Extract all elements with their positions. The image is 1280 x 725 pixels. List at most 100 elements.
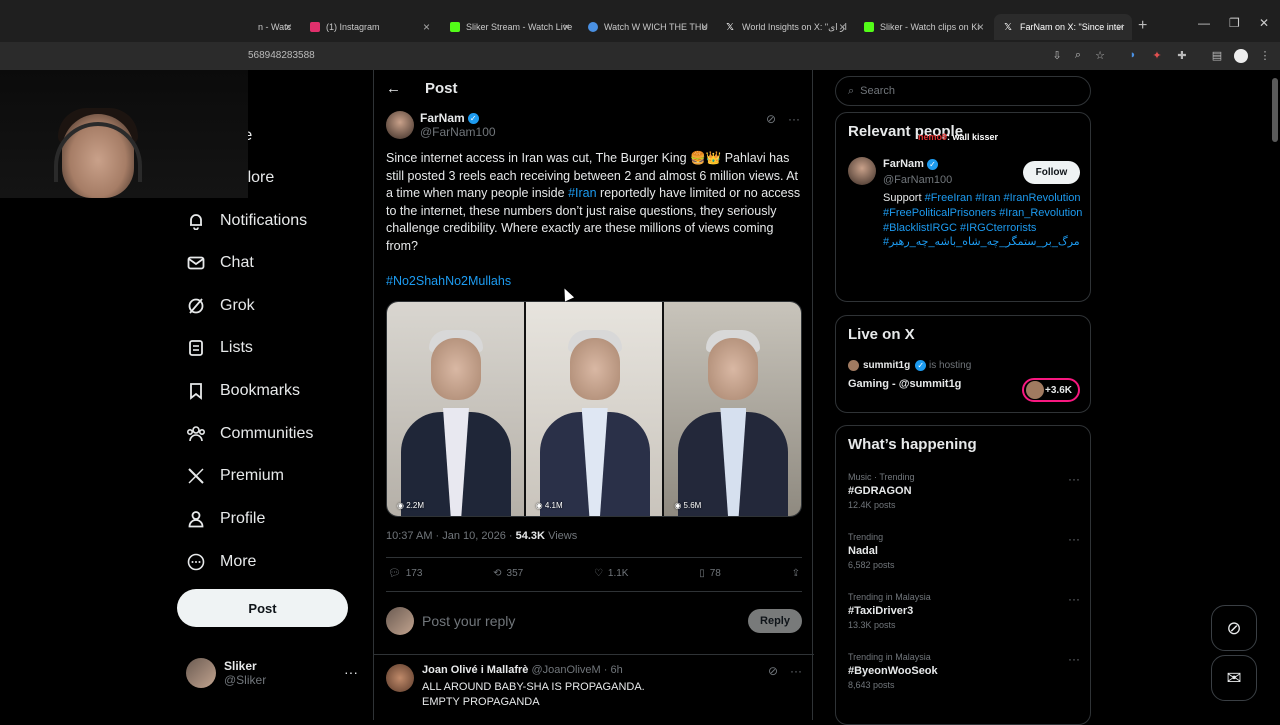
menu-dots-icon[interactable]: ⋮ bbox=[1258, 49, 1272, 63]
reply-text: ALL AROUND BABY-SHA IS PROPAGANDA. EMPTY … bbox=[422, 681, 645, 708]
avatar[interactable] bbox=[386, 664, 414, 692]
trend-item[interactable]: Trending Nadal 6,582 posts ··· bbox=[848, 532, 1080, 570]
url-text[interactable]: 568948283588 bbox=[248, 50, 315, 61]
like-action[interactable]: ♡ 1.1K bbox=[594, 568, 629, 579]
zoom-icon[interactable]: ⌕ bbox=[1071, 49, 1085, 63]
reply-action[interactable]: 💬︎ 173 bbox=[388, 568, 422, 579]
nav-bookmarks[interactable]: Bookmarks bbox=[186, 371, 300, 411]
nav-premium[interactable]: Premium bbox=[186, 456, 284, 496]
close-tab-icon[interactable]: × bbox=[701, 20, 708, 34]
profile-avatar-icon[interactable] bbox=[1234, 49, 1248, 63]
person-name[interactable]: FarNam ✓ bbox=[883, 158, 938, 170]
bookmark-action[interactable]: ▯ 78 bbox=[699, 568, 721, 579]
close-tab-icon[interactable]: × bbox=[977, 20, 984, 34]
live-listeners-pill[interactable]: +3.6K bbox=[1022, 378, 1080, 402]
live-on-x-card: Live on X summit1g ✓ is hosting Gaming - … bbox=[835, 315, 1091, 413]
close-tab-icon[interactable]: × bbox=[839, 20, 846, 34]
trend-item[interactable]: Trending in Malaysia #ByeonWooSeok 8,643 p… bbox=[848, 652, 1080, 690]
hashtag-link[interactable]: #Iran bbox=[568, 186, 597, 200]
grok-icon[interactable]: ⊘ bbox=[766, 112, 776, 126]
close-tab-icon[interactable]: × bbox=[563, 20, 570, 34]
minimize-icon[interactable]: — bbox=[1198, 16, 1210, 30]
follow-button[interactable]: Follow bbox=[1023, 161, 1080, 184]
webcam-overlay bbox=[0, 70, 248, 198]
close-tab-icon[interactable]: × bbox=[285, 20, 292, 34]
back-arrow-icon[interactable]: ← bbox=[386, 80, 401, 97]
reply-button[interactable]: Reply bbox=[748, 609, 802, 633]
media-video[interactable]: ◉ 5.6M bbox=[664, 302, 801, 516]
more-dots-icon[interactable]: ··· bbox=[788, 112, 800, 126]
bookmark-icon: ▯ bbox=[699, 568, 705, 579]
live-host[interactable]: summit1g ✓ is hosting bbox=[848, 360, 971, 371]
restore-icon[interactable]: ❐ bbox=[1229, 16, 1240, 30]
scrollbar[interactable] bbox=[1272, 78, 1278, 142]
card-title: What’s happening bbox=[848, 436, 977, 453]
nav-chat[interactable]: Chat bbox=[186, 243, 254, 283]
person-bio: Support #FreeIran #Iran #IranRevolution … bbox=[883, 192, 1083, 249]
repost-action[interactable]: ⟲ 357 bbox=[493, 568, 523, 579]
page-title: Post bbox=[425, 80, 458, 97]
close-tab-icon[interactable]: × bbox=[423, 20, 430, 34]
more-dots-icon[interactable]: ··· bbox=[1068, 652, 1080, 666]
more-dots-icon[interactable]: ··· bbox=[1068, 592, 1080, 606]
nav-lists[interactable]: Lists bbox=[186, 328, 253, 368]
heart-icon: ♡ bbox=[593, 568, 603, 579]
nav-communities[interactable]: Communities bbox=[186, 414, 313, 454]
media-video[interactable]: ◉ 4.1M bbox=[525, 302, 665, 516]
nav-more[interactable]: More bbox=[186, 542, 256, 582]
address-bar: 568948283588 ⇩ ⌕ ☆ ◗ ✦ ✚ ▤ ⋮ bbox=[0, 42, 1280, 70]
globe-icon bbox=[588, 22, 598, 32]
grok-icon[interactable]: ⊘ bbox=[768, 664, 778, 678]
x-logo-icon: 𝕏 bbox=[726, 22, 735, 33]
search-input[interactable]: ⌕ Search bbox=[835, 76, 1091, 106]
new-tab-icon[interactable]: + bbox=[1138, 17, 1147, 35]
live-show-title[interactable]: Gaming - @summit1g bbox=[848, 378, 961, 390]
person-handle[interactable]: @FarNam100 bbox=[883, 174, 952, 186]
browser-tab[interactable]: Watch W WICH THE THU × bbox=[578, 14, 716, 40]
media-video[interactable]: ◉ 2.2M bbox=[387, 302, 526, 516]
more-dots-icon[interactable]: ··· bbox=[1068, 472, 1080, 486]
author-name[interactable]: FarNam ✓ bbox=[420, 111, 496, 125]
puzzle-icon[interactable]: ✚ bbox=[1175, 49, 1189, 63]
more-dots-icon[interactable]: ··· bbox=[344, 664, 358, 680]
nav-notifications[interactable]: Notifications bbox=[186, 201, 307, 241]
hashtag-link[interactable]: #No2ShahNo2Mullahs bbox=[386, 274, 511, 288]
close-window-icon[interactable]: ✕ bbox=[1259, 16, 1269, 30]
extension-icon[interactable]: ✦ bbox=[1150, 49, 1164, 63]
post-timestamp: 10:37 AM · Jan 10, 2026 · 54.3K Views bbox=[386, 530, 578, 542]
trend-item[interactable]: Music · Trending #GDRAGON 12.4K posts ··· bbox=[848, 472, 1080, 510]
share-icon[interactable]: ⇪ bbox=[792, 568, 800, 579]
browser-tab[interactable]: Sliker Stream - Watch Live × bbox=[440, 14, 578, 40]
avatar[interactable] bbox=[386, 111, 414, 139]
avatar[interactable] bbox=[848, 157, 876, 185]
more-dots-icon[interactable]: ··· bbox=[790, 664, 802, 678]
nav-profile[interactable]: Profile bbox=[186, 499, 265, 539]
post-text: Since internet access in Iran was cut, T… bbox=[386, 151, 801, 253]
grok-fab-icon[interactable]: ⊘ bbox=[1211, 605, 1257, 651]
post-button[interactable]: Post bbox=[177, 589, 348, 627]
more-dots-icon[interactable]: ··· bbox=[1068, 532, 1080, 546]
extension-icon[interactable]: ◗ bbox=[1126, 49, 1140, 63]
post-header: ← Post bbox=[386, 80, 458, 97]
author-handle[interactable]: @FarNam100 bbox=[420, 125, 496, 139]
person-icon bbox=[186, 509, 206, 529]
nav-grok[interactable]: Grok bbox=[186, 286, 255, 326]
sidepanel-icon[interactable]: ▤ bbox=[1210, 49, 1224, 63]
star-icon[interactable]: ☆ bbox=[1093, 49, 1107, 63]
search-icon: ⌕ bbox=[848, 84, 855, 97]
reply-input[interactable]: Post your reply bbox=[422, 613, 748, 629]
install-icon[interactable]: ⇩ bbox=[1050, 49, 1064, 63]
browser-tab[interactable]: n - Watc × bbox=[248, 14, 300, 40]
trend-item[interactable]: Trending in Malaysia #TaxiDriver3 13.3K po… bbox=[848, 592, 1080, 630]
verified-badge-icon: ✓ bbox=[915, 360, 927, 371]
mail-icon bbox=[186, 253, 206, 273]
browser-tab[interactable]: Sliker - Watch clips on Ki × bbox=[854, 14, 992, 40]
post-media[interactable]: ◉ 2.2M ◉ 4.1M ◉ 5.6M bbox=[386, 301, 802, 517]
browser-tab[interactable]: (1) Instagram × bbox=[300, 14, 438, 40]
close-tab-icon[interactable]: × bbox=[1117, 20, 1124, 34]
messages-fab-icon[interactable]: ✉ bbox=[1211, 655, 1257, 701]
browser-tab-active[interactable]: 𝕏 FarNam on X: "Since inter × bbox=[994, 14, 1132, 40]
account-switcher[interactable]: Sliker @Sliker ··· bbox=[186, 658, 358, 688]
post-author[interactable]: FarNam ✓ @FarNam100 bbox=[386, 111, 496, 139]
browser-tab[interactable]: 𝕏 World Insights on X: "از ای × bbox=[716, 14, 854, 40]
